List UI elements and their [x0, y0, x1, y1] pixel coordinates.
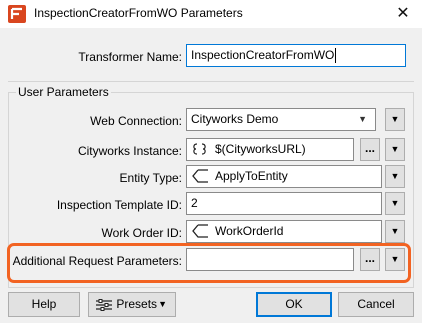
transformer-name-input[interactable]: InspectionCreatorFromWO: [186, 44, 406, 67]
cityworks-instance-input[interactable]: $(CityworksURL): [186, 138, 354, 161]
text-caret: [335, 48, 337, 64]
app-icon: [8, 5, 26, 23]
title-bar: InspectionCreatorFromWO Parameters ✕: [0, 0, 422, 28]
separator: [8, 81, 414, 82]
attribute-value-icon: [192, 224, 208, 238]
cityworks-instance-value: $(CityworksURL): [215, 142, 306, 156]
user-parameters-title: User Parameters: [16, 85, 111, 99]
entity-type-label: Entity Type:: [119, 171, 182, 185]
cityworks-instance-label: Cityworks Instance:: [77, 144, 182, 158]
close-icon[interactable]: ✕: [392, 3, 414, 25]
inspection-template-id-label: Inspection Template ID:: [56, 198, 182, 212]
work-order-id-label: Work Order ID:: [101, 226, 182, 240]
web-connection-value: Cityworks Demo: [191, 112, 279, 126]
web-connection-select[interactable]: Cityworks Demo ▼: [186, 108, 376, 131]
cityworks-instance-browse-button[interactable]: ...: [360, 138, 380, 161]
work-order-id-menu-button[interactable]: ▼: [385, 220, 405, 243]
parameter-reference-icon: [193, 143, 206, 155]
entity-type-menu-button[interactable]: ▼: [385, 165, 405, 188]
additional-request-parameters-label: Additional Request Parameters:: [12, 254, 182, 268]
help-button[interactable]: Help: [8, 292, 80, 317]
entity-type-value: ApplyToEntity: [215, 169, 288, 183]
cancel-button[interactable]: Cancel: [338, 292, 414, 317]
chevron-down-icon: ▼: [158, 299, 167, 309]
attribute-value-icon: [192, 169, 208, 183]
cityworks-instance-menu-button[interactable]: ▼: [385, 138, 405, 161]
presets-label: Presets: [116, 297, 158, 311]
transformer-name-label: Transformer Name:: [78, 50, 182, 64]
window-title: InspectionCreatorFromWO Parameters: [34, 6, 243, 20]
work-order-id-input[interactable]: WorkOrderId: [186, 220, 382, 243]
web-connection-menu-button[interactable]: ▼: [385, 108, 405, 131]
inspection-template-id-menu-button[interactable]: ▼: [385, 192, 405, 215]
additional-request-parameters-browse-button[interactable]: ...: [360, 248, 380, 271]
chevron-down-icon: ▼: [358, 114, 367, 124]
ok-button[interactable]: OK: [256, 292, 332, 317]
additional-request-parameters-menu-button[interactable]: ▼: [385, 248, 405, 271]
inspection-template-id-input[interactable]: 2: [186, 192, 382, 215]
web-connection-label: Web Connection:: [90, 114, 182, 128]
presets-icon: [96, 298, 112, 311]
additional-request-parameters-input[interactable]: [186, 248, 354, 271]
inspection-template-id-value: 2: [191, 196, 198, 210]
entity-type-input[interactable]: ApplyToEntity: [186, 165, 382, 188]
work-order-id-value: WorkOrderId: [215, 224, 284, 238]
presets-button[interactable]: Presets ▼: [88, 292, 176, 317]
transformer-name-value: InspectionCreatorFromWO: [191, 48, 335, 62]
